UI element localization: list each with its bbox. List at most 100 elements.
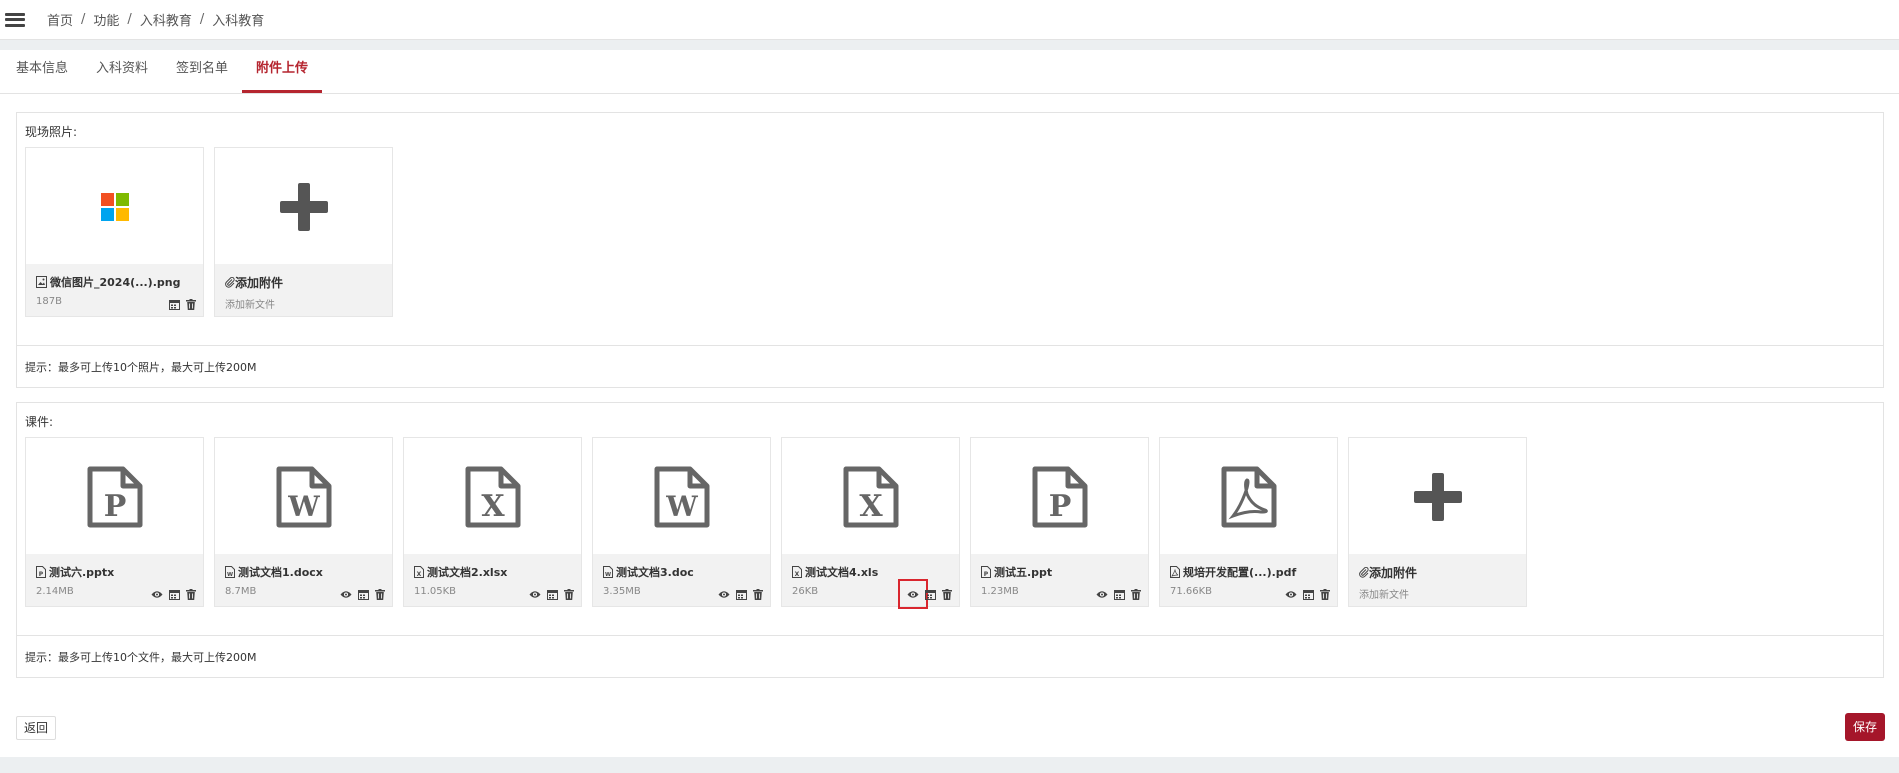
svg-text:X: X <box>481 489 505 524</box>
tab-attachment-upload[interactable]: 附件上传 <box>242 49 323 93</box>
file-name: 测试文档3.doc <box>616 566 694 579</box>
courseware-file-card[interactable]: X X 测试文档2.xlsx 11.05KB <box>403 437 582 607</box>
svg-text:X: X <box>859 489 883 524</box>
photo-card-list: 微信图片_2024(...).png 187B 添加附件 添加新文件 <box>25 147 393 317</box>
breadcrumb-home[interactable]: 首页 <box>47 10 73 29</box>
calendar-icon[interactable] <box>546 588 558 600</box>
file-name: 测试五.ppt <box>994 566 1053 579</box>
breadcrumb-separator: / <box>127 12 132 27</box>
eye-icon[interactable] <box>1285 588 1297 600</box>
paperclip-icon <box>1359 567 1369 578</box>
svg-text:P: P <box>984 571 989 578</box>
eye-icon[interactable] <box>718 588 730 600</box>
save-button[interactable]: 保存 <box>1844 713 1885 741</box>
tab-bar: 基本信息 入科资料 签到名单 附件上传 <box>0 50 1899 94</box>
calendar-icon[interactable] <box>1302 588 1314 600</box>
file-name: 测试文档1.docx <box>238 566 323 579</box>
file-name: 微信图片_2024(...).png <box>50 276 181 289</box>
photos-section: 现场照片: 微信图片_2024(...).png 187B 添加附件 添加新文件… <box>16 112 1884 388</box>
image-preview-icon <box>100 193 129 221</box>
photos-section-title: 现场照片: <box>25 125 78 139</box>
trash-icon[interactable] <box>185 298 197 310</box>
trash-icon[interactable] <box>941 588 953 600</box>
add-attachment-card[interactable]: 添加附件 添加新文件 <box>214 147 393 317</box>
calendar-icon[interactable] <box>1113 588 1125 600</box>
file-thumbnail[interactable] <box>1160 438 1337 556</box>
ppt-small-icon: P <box>981 566 991 578</box>
plus-icon <box>1413 473 1462 521</box>
courseware-file-card[interactable]: 规培开发配置(...).pdf 71.66KB <box>1159 437 1338 607</box>
eye-icon[interactable] <box>340 588 352 600</box>
trash-icon[interactable] <box>1319 588 1331 600</box>
breadcrumb-education[interactable]: 入科教育 <box>140 10 192 29</box>
powerpoint-file-icon: P <box>1032 466 1087 528</box>
excel-small-icon: X <box>414 566 424 578</box>
file-thumbnail[interactable]: P <box>971 438 1148 556</box>
file-name: 测试文档4.xls <box>805 566 879 579</box>
file-meta: 微信图片_2024(...).png 187B <box>26 264 203 316</box>
file-thumbnail[interactable]: X <box>404 438 581 556</box>
breadcrumb-function[interactable]: 功能 <box>93 10 119 29</box>
breadcrumb-separator: / <box>81 12 86 27</box>
svg-text:P: P <box>1048 489 1071 524</box>
trash-icon[interactable] <box>563 588 575 600</box>
word-small-icon: W <box>225 566 235 578</box>
breadcrumb: 首页 / 功能 / 入科教育 / 入科教育 <box>47 10 264 29</box>
word-small-icon: W <box>603 566 613 578</box>
file-thumbnail[interactable]: W <box>215 438 392 556</box>
word-file-icon: W <box>654 466 709 528</box>
courseware-file-card[interactable]: W W 测试文档3.doc 3.35MB <box>592 437 771 607</box>
tab-sign-in-list[interactable]: 签到名单 <box>162 49 242 93</box>
svg-text:P: P <box>103 489 126 524</box>
pdf-file-icon <box>1221 466 1276 528</box>
excel-small-icon: X <box>792 566 802 578</box>
eye-icon[interactable] <box>898 579 928 609</box>
svg-text:W: W <box>227 572 233 578</box>
photos-hint: 提示：最多可上传10个照片，最大可上传200M <box>17 345 1883 387</box>
photo-file-card[interactable]: 微信图片_2024(...).png 187B <box>25 147 204 317</box>
courseware-file-card[interactable]: W W 测试文档1.docx 8.7MB <box>214 437 393 607</box>
trash-icon[interactable] <box>374 588 386 600</box>
breadcrumb-separator: / <box>199 12 205 27</box>
file-thumbnail[interactable]: X <box>782 438 959 556</box>
hamburger-menu-icon[interactable] <box>3 11 27 29</box>
main-panel: 基本信息 入科资料 签到名单 附件上传 现场照片: 微信图片_2024(...)… <box>0 50 1899 757</box>
pdf-small-icon <box>1170 566 1180 578</box>
add-attachment-subtitle: 添加新文件 <box>1359 590 1409 601</box>
courseware-file-card[interactable]: X X 测试文档4.xls 26KB <box>781 437 960 609</box>
top-bar: 首页 / 功能 / 入科教育 / 入科教育 <box>0 0 1899 40</box>
courseware-card-list: P P 测试六.pptx 2.14MB W W 测试文档1.docx 8.7MB… <box>25 437 1527 609</box>
file-name: 测试文档2.xlsx <box>427 566 508 579</box>
calendar-icon[interactable] <box>168 298 180 310</box>
courseware-hint: 提示：最多可上传10个文件，最大可上传200M <box>17 635 1883 677</box>
back-button[interactable]: 返回 <box>16 716 57 740</box>
calendar-icon[interactable] <box>357 588 369 600</box>
file-thumbnail[interactable]: P <box>26 438 203 556</box>
courseware-file-card[interactable]: P P 测试五.ppt 1.23MB <box>970 437 1149 607</box>
file-thumbnail[interactable]: W <box>593 438 770 556</box>
courseware-file-card[interactable]: P P 测试六.pptx 2.14MB <box>25 437 204 607</box>
add-attachment-card[interactable]: 添加附件 添加新文件 <box>1348 437 1527 607</box>
ppt-small-icon: P <box>36 566 46 578</box>
trash-icon[interactable] <box>185 588 197 600</box>
eye-icon[interactable] <box>151 588 163 600</box>
svg-text:X: X <box>795 571 800 578</box>
file-name: 测试六.pptx <box>49 566 115 579</box>
tab-basic-info[interactable]: 基本信息 <box>0 49 82 93</box>
calendar-icon[interactable] <box>924 588 936 600</box>
breadcrumb-current: 入科教育 <box>212 14 265 29</box>
svg-text:W: W <box>605 572 611 578</box>
eye-icon[interactable] <box>1096 588 1108 600</box>
calendar-icon[interactable] <box>735 588 747 600</box>
powerpoint-file-icon: P <box>87 466 142 528</box>
calendar-icon[interactable] <box>168 588 180 600</box>
add-attachment-label: 添加附件 <box>235 276 284 290</box>
trash-icon[interactable] <box>1130 588 1142 600</box>
file-actions <box>168 298 197 310</box>
svg-text:X: X <box>417 571 422 578</box>
trash-icon[interactable] <box>752 588 764 600</box>
tab-materials[interactable]: 入科资料 <box>82 49 162 93</box>
eye-icon[interactable] <box>529 588 541 600</box>
photo-thumbnail[interactable] <box>26 148 203 266</box>
plus-icon <box>279 183 328 231</box>
